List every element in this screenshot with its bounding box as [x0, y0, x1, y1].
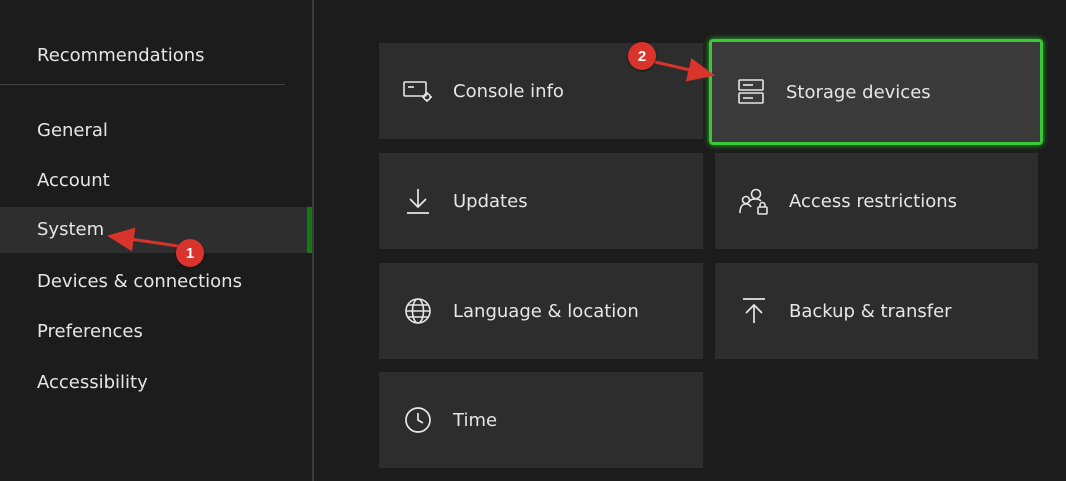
tile-storage-devices[interactable]: Storage devices	[709, 39, 1043, 145]
tile-time[interactable]: Time	[379, 372, 703, 468]
sidebar-item-label: General	[37, 120, 108, 141]
tile-access-restrictions[interactable]: Access restrictions	[715, 153, 1038, 249]
tile-backup-transfer[interactable]: Backup & transfer	[715, 263, 1038, 359]
tile-label: Updates	[453, 190, 528, 212]
sidebar-item-accessibility[interactable]: Accessibility	[0, 360, 312, 406]
tile-label: Access restrictions	[789, 190, 958, 212]
sidebar-separator	[0, 84, 285, 85]
sidebar-divider	[312, 0, 314, 481]
sidebar-item-preferences[interactable]: Preferences	[0, 309, 312, 355]
tile-label: Console info	[453, 80, 564, 102]
sidebar-item-label: System	[37, 219, 105, 240]
tile-label: Language & location	[453, 300, 639, 322]
annotation-badge-2: 2	[628, 42, 656, 70]
storage-icon	[736, 77, 766, 107]
upload-icon	[739, 296, 769, 326]
people-lock-icon	[739, 186, 769, 216]
sidebar-header-recommendations[interactable]: Recommendations	[37, 45, 205, 66]
tile-label: Time	[453, 409, 498, 431]
annotation-badge-1: 1	[176, 239, 204, 267]
clock-icon	[403, 405, 433, 435]
sidebar: Recommendations General Account System D…	[0, 0, 312, 481]
sidebar-item-account[interactable]: Account	[0, 158, 312, 204]
sidebar-item-system[interactable]: System	[0, 207, 312, 253]
sidebar-item-label: Preferences	[37, 321, 143, 342]
sidebar-item-label: Account	[37, 170, 110, 191]
sidebar-item-label: Devices & connections	[37, 271, 242, 292]
sidebar-item-devices-connections[interactable]: Devices & connections	[0, 259, 312, 305]
tile-language-location[interactable]: Language & location	[379, 263, 703, 359]
console-info-icon	[403, 76, 433, 106]
globe-icon	[403, 296, 433, 326]
tile-label: Backup & transfer	[789, 300, 952, 322]
sidebar-item-general[interactable]: General	[0, 108, 312, 154]
tile-label: Storage devices	[786, 81, 931, 103]
sidebar-item-label: Accessibility	[37, 372, 148, 393]
tile-updates[interactable]: Updates	[379, 153, 703, 249]
download-icon	[403, 186, 433, 216]
